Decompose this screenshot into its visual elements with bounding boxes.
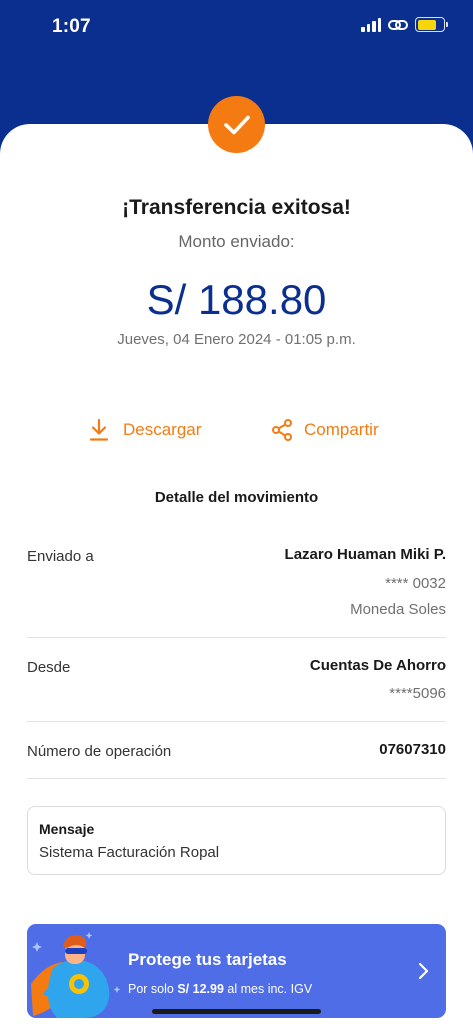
download-button[interactable]: Descargar — [88, 418, 201, 442]
transaction-datetime: Jueves, 04 Enero 2024 - 01:05 p.m. — [117, 331, 356, 348]
promo-title: Protege tus tarjetas — [128, 950, 287, 969]
operation-number: 07607310 — [379, 741, 446, 758]
details-section-title: Detalle del movimiento — [154, 489, 319, 506]
share-button[interactable]: Compartir — [270, 418, 379, 442]
check-icon — [223, 115, 250, 134]
signal-icon — [361, 17, 381, 32]
message-label: Mensaje — [39, 821, 95, 837]
share-icon — [272, 419, 292, 441]
success-title: ¡Transferencia exitosa! — [122, 196, 351, 219]
message-box: Mensaje Sistema Facturación Ropal — [27, 806, 446, 875]
success-badge — [208, 96, 265, 153]
download-icon — [89, 418, 109, 441]
amount-label: Monto enviado: — [178, 232, 295, 251]
from-account-type: Cuentas De Ahorro — [309, 657, 446, 674]
recipient-name: Lazaro Huaman Miki P. — [284, 546, 446, 563]
recipient-account: **** 0032 — [385, 575, 446, 592]
from-account-number: ****5096 — [389, 685, 446, 702]
promo-sub-prefix: Por solo — [128, 982, 174, 996]
divider — [27, 637, 446, 638]
divider — [27, 721, 446, 722]
status-time: 1:07 — [52, 16, 91, 37]
link-icon — [388, 19, 408, 30]
status-bar: 1:07 — [0, 0, 473, 54]
message-text: Sistema Facturación Ropal — [39, 844, 220, 861]
amount-value: S/ 188.80 — [146, 276, 327, 323]
chevron-right-icon — [418, 962, 429, 980]
sent-to-label: Enviado a — [27, 548, 94, 565]
divider — [27, 778, 446, 779]
download-label: Descargar — [123, 420, 202, 439]
home-indicator[interactable] — [152, 1009, 321, 1014]
promo-banner[interactable]: Protege tus tarjetas Por solo S/ 12.99 a… — [27, 924, 446, 1018]
promo-price: S/ 12.99 — [177, 982, 224, 996]
promo-subtitle: Por solo S/ 12.99 al mes inc. IGV — [128, 982, 312, 996]
share-label: Compartir — [304, 420, 379, 439]
battery-icon — [415, 17, 448, 32]
recipient-currency: Moneda Soles — [350, 601, 446, 618]
status-icons — [361, 17, 448, 32]
promo-sub-suffix: al mes inc. IGV — [227, 982, 313, 996]
receipt-card — [0, 124, 473, 1024]
superhero-illustration — [31, 932, 121, 1018]
from-label: Desde — [27, 659, 71, 676]
operation-label: Número de operación — [27, 743, 172, 760]
